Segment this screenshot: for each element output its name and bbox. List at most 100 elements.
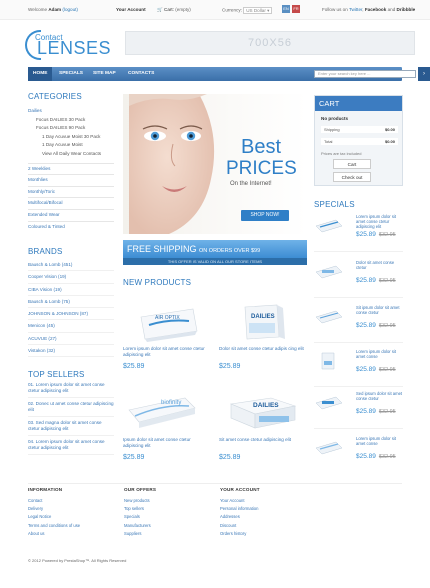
special-item[interactable]: Lorem ipsum dolor sit amet conse $25.89 $… — [314, 434, 403, 474]
brand-item[interactable]: Bausch & Lomb (451) — [28, 259, 114, 272]
category-item[interactable]: View All Daily Wear Contacts — [28, 150, 114, 159]
product-image: DAILIES — [244, 304, 285, 340]
cart-label: Cart: — [164, 7, 174, 12]
cart-value: (empty) — [175, 7, 191, 12]
special-price-row: $25.89 $32.95 — [356, 277, 396, 284]
footer-link[interactable]: Contact — [28, 497, 128, 505]
footer-link[interactable]: Specials — [124, 513, 224, 521]
special-name[interactable]: Sit ipsum dolor sit amet conse ctetur — [356, 305, 403, 315]
special-old-price: $32.95 — [378, 409, 396, 415]
special-price-row: $25.89 $32.95 — [356, 366, 396, 373]
footer-our-offers: OUR OFFERS New products Top sellers Spec… — [124, 487, 224, 538]
nav-home[interactable]: HOME — [28, 67, 53, 81]
category-item[interactable]: Focus DAILIES 30 Pack — [28, 116, 114, 125]
category-item[interactable]: Monthlies — [28, 174, 114, 185]
nav-contacts[interactable]: CONTACTS — [123, 67, 159, 81]
footer-link[interactable]: Discount — [220, 522, 320, 530]
language-en-flag[interactable]: EN — [282, 5, 290, 13]
cart-title: CART — [315, 96, 402, 111]
special-product-image — [321, 352, 335, 370]
brand-item[interactable]: Bausch & Lomb (75) — [28, 296, 114, 309]
special-price-row: $25.89 $32.95 — [356, 322, 396, 329]
top-seller-text: Donec ut amet conse ctetur adipiscing el… — [28, 401, 114, 412]
product-price: $25.89 — [219, 363, 241, 370]
footer-link[interactable]: New products — [124, 497, 224, 505]
top-seller-item[interactable]: 01. Lorem ipsum dolor sit amet conse cte… — [28, 382, 114, 398]
logo-line2: LENSES — [37, 38, 112, 58]
footer-link[interactable]: Manufacturers — [124, 522, 224, 530]
free-shipping-banner[interactable]: FREE SHIPPING ON ORDERS OVER $99 — [123, 240, 307, 258]
special-item[interactable]: Lorem ipsum dolor sit amet conse ctetur … — [314, 212, 403, 252]
brand-item[interactable]: CIBA Vision (19) — [28, 284, 114, 296]
top-seller-text: Lorem ipsum dolor sit amet conse ctetur … — [28, 382, 105, 393]
special-name[interactable]: Dolor sit amet conse ctetur — [356, 260, 403, 270]
product-brand-text: biofinity — [161, 400, 181, 406]
special-item[interactable]: Sit ipsum dolor sit amet conse ctetur $2… — [314, 303, 403, 343]
special-price: $25.89 — [356, 277, 376, 284]
facebook-link[interactable]: Facebook — [365, 7, 386, 12]
logout-link[interactable]: (logout) — [62, 7, 78, 12]
brand-item[interactable]: ACUVUE (27) — [28, 333, 114, 346]
footer-link[interactable]: Addresses — [220, 513, 320, 521]
footer-col-title: YOUR ACCOUNT — [220, 487, 260, 492]
footer-link[interactable]: Suppliers — [124, 530, 224, 538]
nav-specials[interactable]: SPECIALS — [54, 67, 88, 81]
cart-button[interactable]: Cart — [333, 159, 371, 169]
category-item[interactable]: 2 Weeklies — [28, 162, 114, 174]
footer-link[interactable]: Your Account — [220, 497, 320, 505]
cart-shipping-value: $0.00 — [384, 127, 395, 132]
promo-slider[interactable]: Best PRICES On the Internet! SHOP NOW! — [123, 94, 307, 234]
top-seller-item[interactable]: 03. Sed magna dolor sit amet conse ctetu… — [28, 420, 114, 436]
your-account-link[interactable]: Your Account — [116, 7, 146, 12]
header-banner[interactable]: 700X56 — [125, 31, 415, 55]
special-name[interactable]: Sed ipsum dolor sit amet conse ctetur — [356, 391, 403, 401]
product-name[interactable]: Sit amet conse ctetur adipiscing elit — [219, 437, 307, 443]
category-item[interactable]: Monthly/Toric — [28, 185, 114, 197]
categories-title: CATEGORIES — [28, 92, 82, 101]
brand-item[interactable]: Menicon (45) — [28, 320, 114, 333]
special-item[interactable]: Dolor sit amet conse ctetur $25.89 $32.95 — [314, 258, 403, 298]
special-item[interactable]: Lorem ipsum dolor sit amet conse $25.89 $… — [314, 347, 403, 387]
search-button[interactable]: › — [418, 67, 430, 81]
special-name[interactable]: Lorem ipsum dolor sit amet conse — [356, 349, 403, 359]
brand-item[interactable]: Vistakon (32) — [28, 345, 114, 358]
dribbble-link[interactable]: Dribbble — [397, 7, 416, 12]
slider-best-text: Best — [241, 136, 282, 158]
footer-link[interactable]: Top sellers — [124, 505, 224, 513]
category-item[interactable]: Multifocal/Bifocal — [28, 197, 114, 208]
category-item[interactable]: Focus DAILIES 90 Pack — [28, 124, 114, 133]
category-item[interactable]: 1 Day Acuvue Moist 30 Pack — [28, 133, 114, 142]
top-seller-item[interactable]: 04. Lorem ipsum dolor sit amet conse cte… — [28, 439, 114, 455]
category-item[interactable]: Dailies — [28, 107, 114, 116]
special-item[interactable]: Sed ipsum dolor sit amet conse ctetur $2… — [314, 389, 403, 429]
category-item[interactable]: Extended Wear — [28, 208, 114, 220]
twitter-link[interactable]: Twitter — [349, 7, 362, 12]
brand-item[interactable]: JOHNSON & JOHNSON (87) — [28, 308, 114, 321]
footer-link[interactable]: Personal information — [220, 505, 320, 513]
brand-item[interactable]: Cooper Vision (19) — [28, 271, 114, 284]
product-name[interactable]: Lorem ipsum dolor sit amet conse ctetur … — [123, 346, 211, 357]
search-input[interactable]: Enter your search key here ... — [314, 70, 416, 78]
nav-site-map[interactable]: SITE MAP — [88, 67, 121, 81]
checkout-button[interactable]: Check out — [333, 172, 371, 182]
footer-link[interactable]: Terms and conditions of use — [28, 522, 128, 530]
category-item[interactable]: 1 Day Acuvue Moist — [28, 141, 114, 150]
top-seller-item[interactable]: 02. Donec ut amet conse ctetur adipiscin… — [28, 401, 114, 417]
cart-summary[interactable]: 🛒 Cart: (empty) — [157, 7, 191, 13]
product-name[interactable]: Dolor sit amet conse ctetur adipis cing … — [219, 346, 307, 352]
footer-link[interactable]: Orders history — [220, 530, 320, 538]
cart-tax-note: Prices are tax included — [321, 151, 362, 156]
shop-now-button[interactable]: SHOP NOW! — [241, 210, 289, 221]
special-name[interactable]: Lorem ipsum dolor sit amet conse — [356, 436, 403, 446]
special-name[interactable]: Lorem ipsum dolor sit amet conse ctetur … — [356, 214, 403, 229]
footer-col-title: OUR OFFERS — [124, 487, 157, 492]
special-product-image — [315, 265, 343, 279]
language-fr-flag[interactable]: FR — [292, 5, 300, 13]
product-name[interactable]: Ipsum dolor sit amet conse ctetur adipis… — [123, 437, 211, 448]
category-item[interactable]: Coloured & Tinted — [28, 220, 114, 232]
specials-block: SPECIALS — [314, 200, 403, 209]
currency-select[interactable]: US Dollar ▾ — [243, 7, 273, 14]
footer-link[interactable]: About us — [28, 530, 128, 538]
footer-link[interactable]: Legal Notice — [28, 513, 128, 521]
footer-link[interactable]: Delivery — [28, 505, 128, 513]
